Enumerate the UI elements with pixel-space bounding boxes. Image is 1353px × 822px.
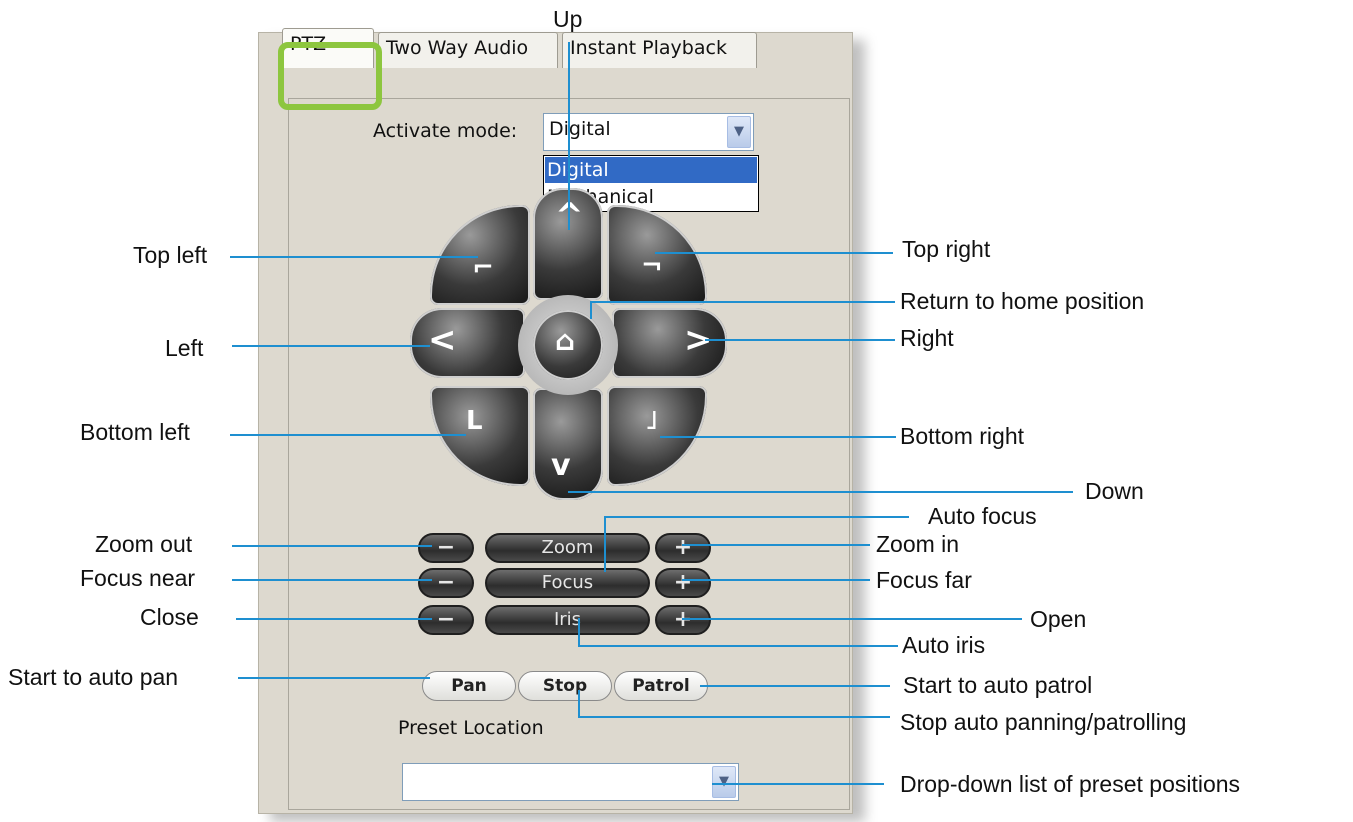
callout-left: Left bbox=[165, 335, 204, 361]
home-icon: ⌂ bbox=[555, 324, 576, 357]
iris-open-button[interactable]: + bbox=[655, 605, 711, 635]
zoom-label: Zoom bbox=[541, 537, 594, 558]
callout-line-left bbox=[232, 345, 430, 347]
callout-line-zoom-out bbox=[232, 545, 432, 547]
focus-label: Focus bbox=[541, 572, 594, 593]
tab-two-way-audio-label: Two Way Audio bbox=[386, 37, 529, 59]
callout-up: Up bbox=[553, 6, 583, 32]
callout-stop-auto: Stop auto panning/patrolling bbox=[900, 709, 1187, 735]
callout-line-top-left bbox=[230, 256, 478, 258]
callout-line-auto-focus bbox=[604, 516, 909, 518]
iris-label: Iris bbox=[553, 609, 582, 630]
chevron-down-icon[interactable]: ▼ bbox=[727, 116, 751, 148]
down-button[interactable]: v bbox=[533, 388, 603, 500]
zoom-button[interactable]: Zoom bbox=[485, 533, 650, 563]
preset-location-label: Preset Location bbox=[398, 717, 544, 739]
callout-line-open bbox=[682, 618, 1022, 620]
left-button[interactable]: < bbox=[410, 308, 525, 378]
callout-focus-far: Focus far bbox=[876, 567, 972, 593]
callout-line-top-right bbox=[655, 252, 893, 254]
callout-line-auto-pan bbox=[238, 677, 430, 679]
minus-label: − bbox=[436, 570, 456, 595]
callout-line-home-v bbox=[590, 301, 592, 319]
iris-close-button[interactable]: − bbox=[418, 605, 474, 635]
callout-line-bottom-right bbox=[660, 436, 896, 438]
plus-label: + bbox=[673, 570, 693, 595]
callout-line-home bbox=[590, 301, 895, 303]
preset-location-select[interactable]: ▼ bbox=[402, 763, 739, 801]
tab-instant-playback-label: Instant Playback bbox=[570, 37, 727, 59]
focus-far-button[interactable]: + bbox=[655, 568, 711, 598]
tab-instant-playback[interactable]: Instant Playback bbox=[562, 32, 757, 68]
pan-label: Pan bbox=[451, 676, 487, 696]
callout-bottom-left: Bottom left bbox=[80, 419, 190, 445]
callout-line-right bbox=[705, 339, 895, 341]
minus-label: − bbox=[436, 607, 456, 632]
patrol-button[interactable]: Patrol bbox=[614, 671, 708, 701]
callout-line-preset-list bbox=[712, 783, 884, 785]
callout-focus-near: Focus near bbox=[80, 565, 196, 591]
callout-open: Open bbox=[1030, 606, 1087, 632]
callout-line-stop-v bbox=[578, 690, 580, 718]
callout-right: Right bbox=[900, 325, 954, 351]
callout-line-down bbox=[568, 491, 1073, 493]
callout-auto-focus: Auto focus bbox=[928, 503, 1037, 529]
callout-auto-patrol: Start to auto patrol bbox=[903, 672, 1093, 698]
chevron-down-icon[interactable]: ▼ bbox=[712, 766, 736, 798]
callout-zoom-out: Zoom out bbox=[95, 531, 193, 557]
focus-button[interactable]: Focus bbox=[485, 568, 650, 598]
patrol-label: Patrol bbox=[632, 676, 690, 696]
activate-mode-select[interactable]: Digital ▼ bbox=[543, 113, 754, 151]
callout-auto-iris: Auto iris bbox=[902, 632, 986, 658]
callout-line-auto-focus-v bbox=[604, 516, 606, 572]
stop-label: Stop bbox=[542, 676, 588, 696]
callout-bottom-right: Bottom right bbox=[900, 423, 1024, 449]
activate-mode-label: Activate mode: bbox=[373, 120, 518, 142]
minus-label: − bbox=[436, 535, 456, 560]
callout-line-auto-iris bbox=[578, 645, 898, 647]
callout-zoom-in: Zoom in bbox=[876, 531, 960, 557]
focus-near-button[interactable]: − bbox=[418, 568, 474, 598]
tab-two-way-audio[interactable]: Two Way Audio bbox=[378, 32, 558, 68]
pan-button[interactable]: Pan bbox=[422, 671, 516, 701]
home-button[interactable]: ⌂ bbox=[533, 310, 603, 380]
iris-button[interactable]: Iris bbox=[485, 605, 650, 635]
callout-line-stop bbox=[578, 716, 890, 718]
callout-line-bottom-left bbox=[230, 434, 466, 436]
zoom-in-button[interactable]: + bbox=[655, 533, 711, 563]
plus-label: + bbox=[673, 535, 693, 560]
callout-line-focus-far bbox=[682, 579, 870, 581]
callout-line-auto-iris-v bbox=[578, 618, 580, 646]
zoom-out-button[interactable]: − bbox=[418, 533, 474, 563]
callout-close: Close bbox=[140, 604, 199, 630]
active-tab-highlight bbox=[278, 42, 382, 110]
callout-preset-list: Drop-down list of preset positions bbox=[900, 771, 1241, 797]
right-button[interactable]: > bbox=[612, 308, 727, 378]
option-digital[interactable]: Digital bbox=[545, 157, 757, 183]
callout-line-zoom-in bbox=[682, 544, 870, 546]
callout-auto-pan: Start to auto pan bbox=[8, 664, 179, 690]
callout-home: Return to home position bbox=[900, 288, 1145, 314]
stop-button[interactable]: Stop bbox=[518, 671, 612, 701]
callout-line-up bbox=[568, 42, 570, 230]
activate-mode-value: Digital bbox=[549, 118, 611, 140]
callout-line-focus-near bbox=[232, 579, 432, 581]
callout-top-right: Top right bbox=[902, 236, 991, 262]
callout-line-auto-patrol bbox=[700, 685, 890, 687]
callout-line-close bbox=[236, 618, 432, 620]
callout-down: Down bbox=[1085, 478, 1144, 504]
callout-top-left: Top left bbox=[133, 242, 208, 268]
